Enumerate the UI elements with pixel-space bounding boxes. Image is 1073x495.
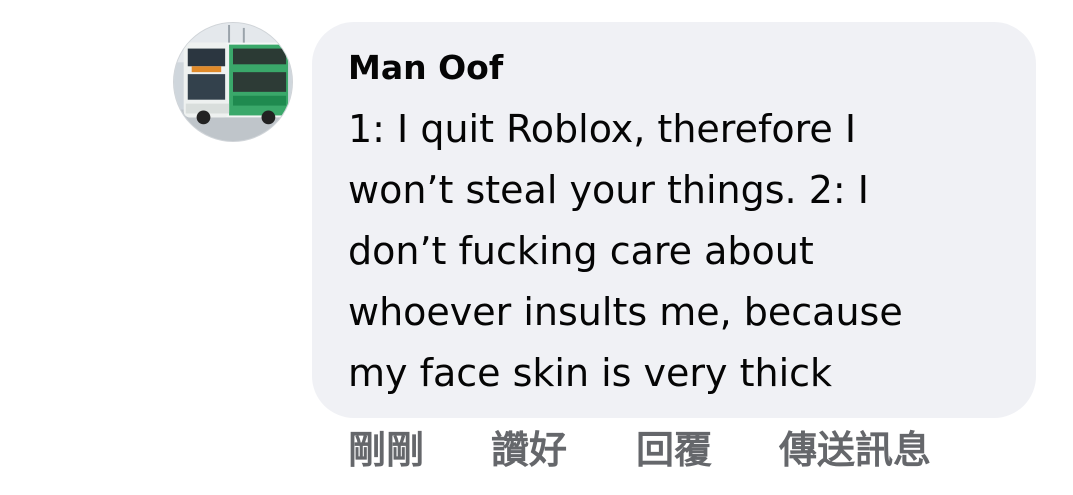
avatar[interactable]	[173, 22, 293, 142]
comment-author[interactable]: Man Oof	[348, 48, 503, 87]
bus-avatar-icon	[174, 23, 292, 141]
reply-button[interactable]: 回覆	[636, 424, 712, 476]
send-message-button[interactable]: 傳送訊息	[779, 424, 931, 476]
like-button[interactable]: 讚好	[491, 424, 567, 476]
comment-text: 1: I quit Roblox, therefore I won’t stea…	[348, 107, 903, 395]
comment-timestamp[interactable]: 剛剛	[348, 424, 424, 476]
comment-row: Man Oof 1: I quit Roblox, therefore I wo…	[0, 0, 1073, 495]
